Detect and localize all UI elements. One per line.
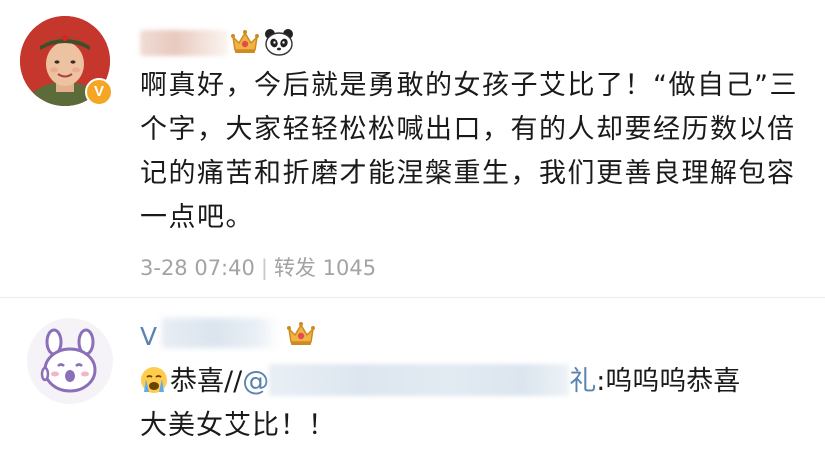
vip-badge: V <box>85 78 113 106</box>
reply-text-line-2: 大美女艾比！！ <box>140 410 336 441</box>
reply-user-avatar[interactable] <box>27 318 113 404</box>
reply-text-end: :呜呜呜恭喜 <box>596 366 741 397</box>
username-blurred[interactable] <box>140 30 228 56</box>
reply-text-line-1: 恭喜//@ 礼:呜呜呜恭喜 <box>140 364 740 400</box>
panda-icon[interactable] <box>264 28 294 56</box>
weibo-comment-screen: V 啊真好，今后就是勇敢的女孩子艾比了！“做自己”三个字，大家轻轻松松喊出口，有… <box>0 0 825 453</box>
reply-text-start: 恭喜// <box>170 366 243 397</box>
reply-avatar-bunny <box>40 328 97 393</box>
comment-divider <box>0 297 825 298</box>
meta-separator: | <box>260 256 268 280</box>
repost-count[interactable]: 1045 <box>323 256 376 280</box>
post-body-text: 啊真好，今后就是勇敢的女孩子艾比了！“做自己”三个字，大家轻轻松松喊出口，有的人… <box>140 70 798 233</box>
post-date: 3-28 07:40 <box>140 256 255 280</box>
mention-tail[interactable]: 礼 <box>569 366 596 397</box>
crown-icon[interactable] <box>286 321 316 347</box>
crying-emoji-icon <box>141 367 167 393</box>
crown-icon[interactable] <box>230 29 260 55</box>
mention-at[interactable]: @ <box>242 366 269 397</box>
post-meta: 3-28 07:40 | 转发 1045 <box>140 252 376 282</box>
mention-blurred[interactable] <box>269 364 570 396</box>
reply-username-blurred[interactable] <box>162 318 280 348</box>
repost-label[interactable]: 转发 <box>274 256 316 280</box>
reply-v-prefix[interactable]: V <box>140 322 157 351</box>
